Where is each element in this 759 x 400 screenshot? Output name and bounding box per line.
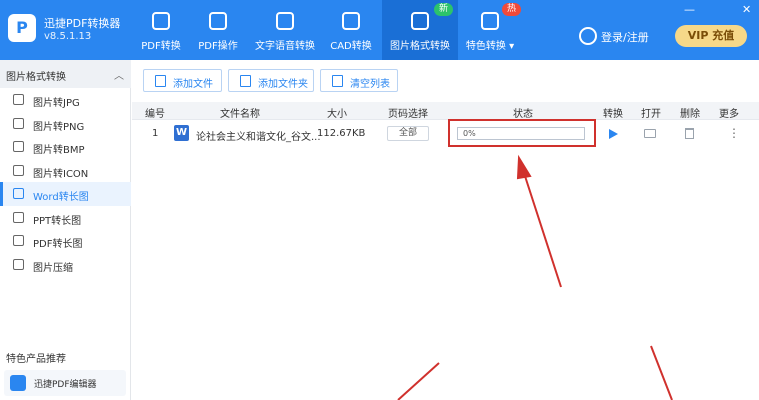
- annotation-line: [397, 362, 440, 400]
- annotation-arrows: [397, 154, 673, 400]
- annotation-line: [650, 345, 673, 400]
- annotation-arrow-line: [523, 172, 562, 288]
- annotation-arrow-head: [516, 154, 532, 180]
- app-window: P 迅捷PDF转换器 v8.5.1.13 PDF转换 PDF操作 文字语音转换 …: [0, 0, 759, 400]
